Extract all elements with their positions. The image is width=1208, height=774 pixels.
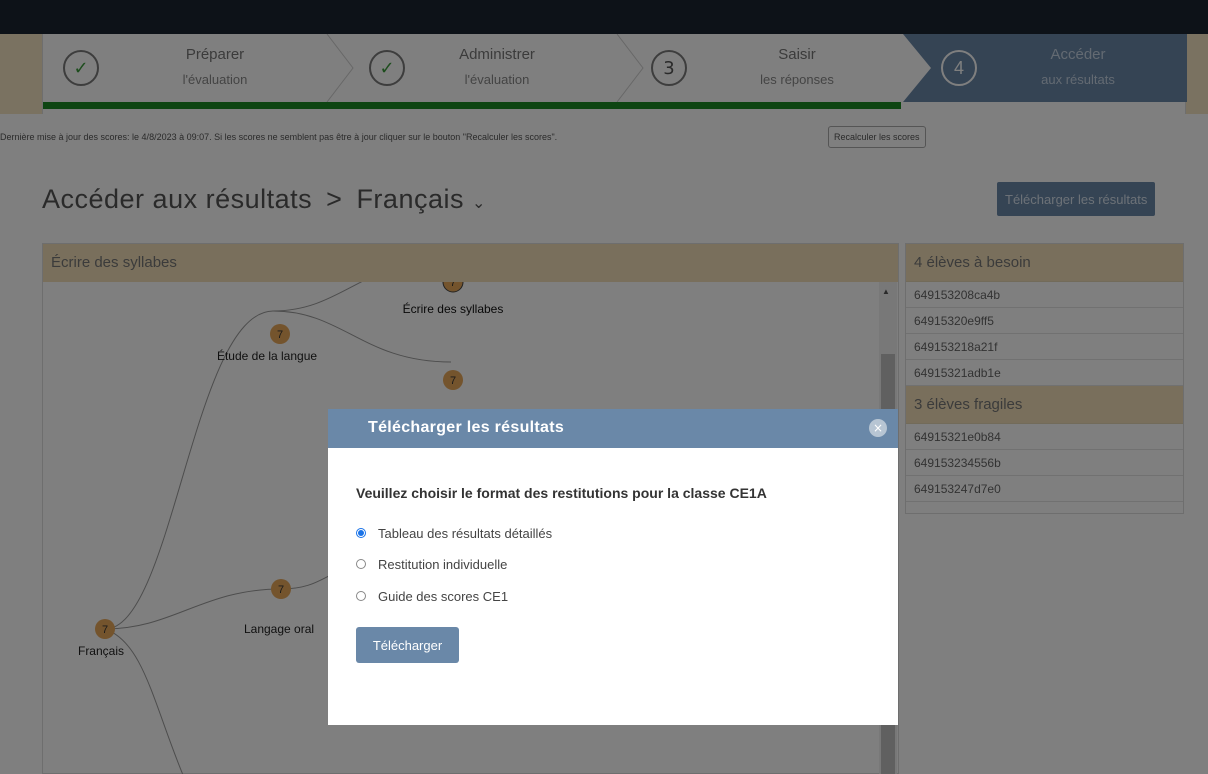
option-detailed-table[interactable]: Tableau des résultats détaillés <box>356 524 552 542</box>
format-question: Veuillez choisir le format des restituti… <box>356 485 767 501</box>
radio-button[interactable] <box>356 528 366 538</box>
radio-button[interactable] <box>356 591 366 601</box>
dialog-header: Télécharger les résultats × <box>328 409 898 448</box>
close-icon[interactable]: × <box>869 419 887 437</box>
option-label: Tableau des résultats détaillés <box>378 525 553 541</box>
option-label: Restitution individuelle <box>378 556 508 572</box>
radio-button[interactable] <box>356 559 366 569</box>
download-dialog: Télécharger les résultats × Veuillez cho… <box>328 409 898 725</box>
download-button[interactable]: Télécharger <box>356 627 459 663</box>
dialog-title: Télécharger les résultats <box>368 419 565 436</box>
option-label: Guide des scores CE1 <box>378 588 509 604</box>
option-scores-guide[interactable]: Guide des scores CE1 <box>356 587 508 605</box>
option-individual-report[interactable]: Restitution individuelle <box>356 555 507 573</box>
